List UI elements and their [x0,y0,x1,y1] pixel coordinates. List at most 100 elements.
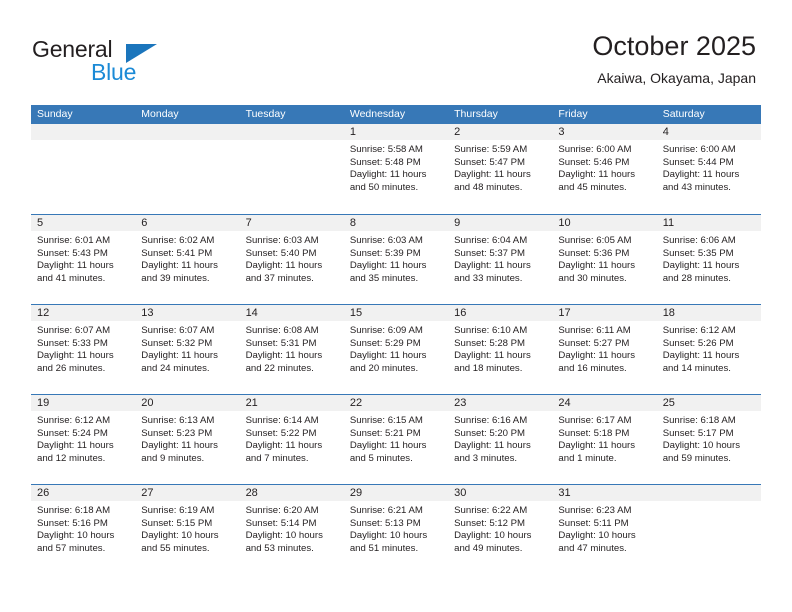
calendar-day-cell[interactable]: 9 Sunrise: 6:04 AM Sunset: 5:37 PM Daylight… [448,215,553,304]
calendar-day-cell[interactable]: 21 Sunrise: 6:14 AM Sunset: 5:22 PM Dayligh… [239,395,344,484]
day-sun-info: Sunrise: 6:07 AM Sunset: 5:33 PM Daylight:… [31,322,135,375]
calendar-day-cell[interactable]: 5 Sunrise: 6:01 AM Sunset: 5:43 PM Daylight… [31,215,136,304]
calendar-day-cell[interactable]: 24 Sunrise: 6:17 AM Sunset: 5:18 PM Dayligh… [552,395,657,484]
daylight-text-line1: Daylight: 10 hours [141,530,219,542]
day-number-strip: 21 [239,395,344,412]
daylight-text-line1: Daylight: 10 hours [37,530,115,542]
daylight-text-line1: Daylight: 11 hours [558,440,636,452]
day-number-strip: 1 [343,124,449,141]
daylight-text-line2: and 20 minutes. [349,362,419,374]
calendar-day-cell[interactable]: 26 Sunrise: 6:18 AM Sunset: 5:16 PM Dayligh… [31,485,136,574]
page-subtitle: Akaiwa, Okayama, Japan [597,70,756,86]
daylight-text-line1: Daylight: 11 hours [349,260,427,272]
calendar-day-cell[interactable]: 28 Sunrise: 6:20 AM Sunset: 5:14 PM Dayligh… [239,485,344,574]
day-number-strip: 25 [656,395,761,412]
daylight-text-line2: and 33 minutes. [454,272,523,284]
sunset-text: Sunset: 5:15 PM [141,517,213,529]
day-number: 15 [349,307,363,319]
day-number-strip: 23 [448,395,553,412]
day-sun-info: Sunrise: 6:17 AM Sunset: 5:18 PM Daylight:… [552,412,656,465]
sunset-text: Sunset: 5:44 PM [662,156,734,168]
day-number-strip: 13 [135,305,240,322]
day-number-strip: 30 [448,485,553,502]
sunrise-text: Sunrise: 6:22 AM [454,505,528,516]
calendar-day-cell[interactable]: 25 Sunrise: 6:18 AM Sunset: 5:17 PM Dayligh… [656,395,761,484]
daylight-text-line1: Daylight: 10 hours [245,530,323,542]
daylight-text-line2: and 28 minutes. [662,272,731,284]
sunset-text: Sunset: 5:36 PM [558,247,630,259]
daylight-text-line2: and 16 minutes. [558,362,627,374]
calendar-day-cell[interactable]: 12 Sunrise: 6:07 AM Sunset: 5:33 PM Dayligh… [31,305,136,394]
day-sun-info: Sunrise: 6:18 AM Sunset: 5:17 PM Daylight:… [657,412,761,465]
calendar-day-cell[interactable]: 27 Sunrise: 6:19 AM Sunset: 5:15 PM Dayligh… [135,485,240,574]
sunrise-text: Sunrise: 6:23 AM [558,505,632,516]
sunrise-text: Sunrise: 6:21 AM [349,505,423,516]
calendar-day-cell[interactable]: 6 Sunrise: 6:02 AM Sunset: 5:41 PM Daylight… [135,215,240,304]
sunrise-text: Sunrise: 6:19 AM [141,505,215,516]
daylight-text-line2: and 50 minutes. [349,181,419,193]
sunrise-text: Sunrise: 6:11 AM [558,325,631,336]
daylight-text-line2: and 26 minutes. [37,362,106,374]
day-number-strip: 7 [239,215,344,232]
day-number-strip: 19 [31,395,136,412]
calendar-day-cell[interactable]: 8 Sunrise: 6:03 AM Sunset: 5:39 PM Daylight… [343,215,449,304]
sunset-text: Sunset: 5:31 PM [245,337,317,349]
sunset-text: Sunset: 5:46 PM [558,156,630,168]
daylight-text-line1: Daylight: 11 hours [245,260,323,272]
weekday-header-tuesday: Tuesday [245,108,286,120]
day-number-strip: 9 [448,215,553,232]
day-number-strip: 31 [552,485,657,502]
day-number: 11 [662,217,675,229]
calendar-day-cell[interactable]: 18 Sunrise: 6:12 AM Sunset: 5:26 PM Dayligh… [656,305,761,394]
day-sun-info: Sunrise: 6:00 AM Sunset: 5:44 PM Daylight:… [657,141,761,194]
daylight-text-line1: Daylight: 11 hours [662,350,740,362]
daylight-text-line1: Daylight: 11 hours [454,440,531,452]
calendar-day-cell[interactable]: 14 Sunrise: 6:08 AM Sunset: 5:31 PM Dayligh… [239,305,344,394]
sunrise-text: Sunrise: 6:02 AM [141,235,215,246]
daylight-text-line2: and 47 minutes. [558,542,627,554]
calendar-day-cell[interactable]: 13 Sunrise: 6:07 AM Sunset: 5:32 PM Dayligh… [135,305,240,394]
day-sun-info: Sunrise: 6:12 AM Sunset: 5:24 PM Daylight:… [31,412,135,465]
sunset-text: Sunset: 5:23 PM [141,427,213,439]
general-blue-logo[interactable]: General Blue [32,36,212,88]
calendar-day-cell[interactable]: 4 Sunrise: 6:00 AM Sunset: 5:44 PM Daylight… [656,124,761,214]
day-number-strip: 18 [656,305,761,322]
day-sun-info: Sunrise: 6:03 AM Sunset: 5:39 PM Daylight:… [344,232,448,285]
sunrise-text: Sunrise: 6:13 AM [141,415,215,426]
calendar-day-cell[interactable]: 29 Sunrise: 6:21 AM Sunset: 5:13 PM Dayligh… [343,485,449,574]
daylight-text-line2: and 1 minute. [558,452,617,464]
calendar-day-cell[interactable]: 7 Sunrise: 6:03 AM Sunset: 5:40 PM Daylight… [239,215,344,304]
daylight-text-line2: and 55 minutes. [141,542,210,554]
daylight-text-line1: Daylight: 11 hours [558,169,636,181]
day-number-strip: 24 [552,395,657,412]
calendar-day-cell[interactable]: 23 Sunrise: 6:16 AM Sunset: 5:20 PM Dayligh… [448,395,553,484]
day-number-strip: 17 [552,305,657,322]
calendar-day-cell[interactable]: 1 Sunrise: 5:58 AM Sunset: 5:48 PM Daylight… [343,124,449,214]
calendar-day-cell[interactable]: 17 Sunrise: 6:11 AM Sunset: 5:27 PM Dayligh… [552,305,657,394]
daylight-text-line2: and 53 minutes. [245,542,314,554]
daylight-text-line1: Daylight: 11 hours [141,440,218,452]
calendar-day-cell[interactable]: 31 Sunrise: 6:23 AM Sunset: 5:11 PM Dayligh… [552,485,657,574]
calendar-day-cell[interactable]: 11 Sunrise: 6:06 AM Sunset: 5:35 PM Dayligh… [656,215,761,304]
calendar-week-row: 1 Sunrise: 5:58 AM Sunset: 5:48 PM Daylight… [31,124,761,214]
calendar-day-cell[interactable]: 30 Sunrise: 6:22 AM Sunset: 5:12 PM Dayligh… [448,485,553,574]
daylight-text-line2: and 7 minutes. [245,452,309,464]
sunset-text: Sunset: 5:21 PM [349,427,421,439]
weekday-header-sunday: Sunday [37,108,73,120]
calendar-day-cell[interactable]: 3 Sunrise: 6:00 AM Sunset: 5:46 PM Daylight… [552,124,657,214]
calendar-day-cell[interactable]: 15 Sunrise: 6:09 AM Sunset: 5:29 PM Dayligh… [343,305,449,394]
weekday-header-friday: Friday [558,108,588,120]
calendar-day-cell[interactable]: 16 Sunrise: 6:10 AM Sunset: 5:28 PM Dayligh… [448,305,553,394]
daylight-text-line2: and 18 minutes. [454,362,523,374]
calendar-day-cell[interactable]: 19 Sunrise: 6:12 AM Sunset: 5:24 PM Dayligh… [31,395,136,484]
calendar-day-cell[interactable]: 2 Sunrise: 5:59 AM Sunset: 5:47 PM Daylight… [448,124,553,214]
sunrise-text: Sunrise: 6:00 AM [558,144,632,155]
calendar-day-cell[interactable]: 10 Sunrise: 6:05 AM Sunset: 5:36 PM Dayligh… [552,215,657,304]
day-number-strip [239,124,344,141]
calendar-day-cell[interactable]: 20 Sunrise: 6:13 AM Sunset: 5:23 PM Dayligh… [135,395,240,484]
day-number: 18 [662,307,675,319]
day-number: 28 [245,487,258,499]
calendar-day-cell[interactable]: 22 Sunrise: 6:15 AM Sunset: 5:21 PM Dayligh… [343,395,449,484]
calendar-day-cell-empty [656,485,761,574]
daylight-text-line2: and 5 minutes. [349,452,413,464]
